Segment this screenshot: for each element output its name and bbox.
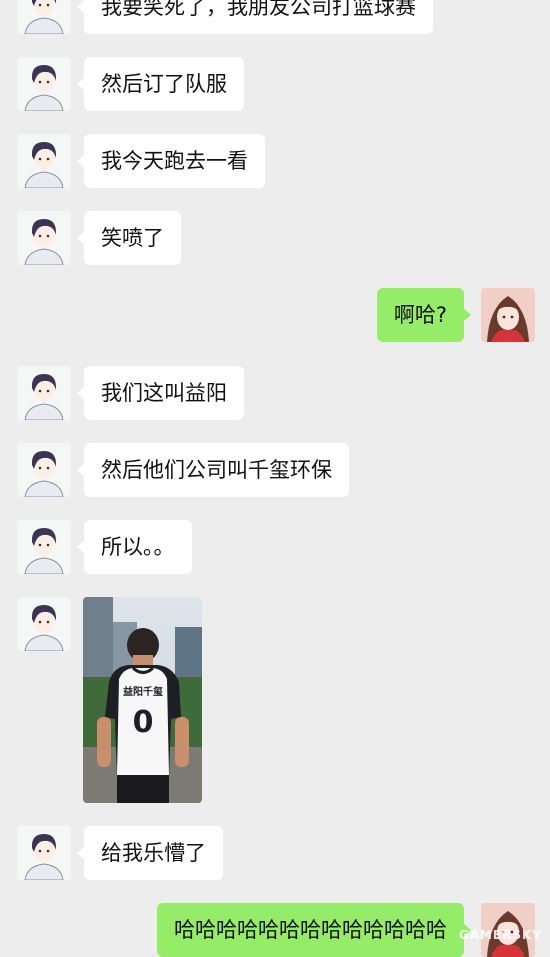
message-bubble[interactable]: 啊哈?: [376, 288, 472, 342]
message-bubble[interactable]: 我今天跑去一看: [77, 134, 265, 188]
friend-avatar-icon: [17, 211, 71, 265]
friend-avatar[interactable]: [17, 520, 71, 574]
friend-avatar-icon: [17, 520, 71, 574]
friend-avatar[interactable]: [17, 443, 71, 497]
friend-avatar-icon: [17, 597, 71, 651]
friend-avatar[interactable]: [17, 0, 71, 34]
friend-avatar-icon: [17, 443, 71, 497]
message-bubble[interactable]: 我们这叫益阳: [77, 366, 244, 420]
friend-avatar[interactable]: [17, 826, 71, 880]
message-bubble[interactable]: 笑喷了: [77, 211, 181, 265]
jersey-photo[interactable]: 益阳千玺 0: [83, 597, 202, 803]
message-bubble[interactable]: 然后订了队服: [77, 57, 244, 111]
friend-avatar-icon: [17, 134, 71, 188]
friend-avatar[interactable]: [17, 57, 71, 111]
message-bubble[interactable]: 哈哈哈哈哈哈哈哈哈哈哈哈哈: [157, 903, 471, 957]
friend-avatar-icon: [17, 0, 71, 34]
message-bubble[interactable]: 所以。。: [77, 520, 192, 574]
my-avatar[interactable]: [481, 288, 535, 342]
jersey-photo-image: 益阳千玺 0: [83, 597, 202, 803]
my-avatar-icon: [481, 288, 535, 342]
message-bubble[interactable]: 给我乐懵了: [77, 826, 223, 880]
friend-avatar[interactable]: [17, 211, 71, 265]
message-bubble[interactable]: 然后他们公司叫千玺环保: [77, 443, 349, 497]
friend-avatar[interactable]: [17, 597, 71, 651]
jersey-text: 益阳千玺: [123, 685, 163, 698]
message-bubble[interactable]: 我要笑死了，我朋友公司打篮球赛: [77, 0, 433, 34]
watermark: GAMERSKY: [458, 928, 542, 942]
friend-avatar[interactable]: [17, 366, 71, 420]
jersey-number: 0: [133, 705, 154, 740]
friend-avatar-icon: [17, 826, 71, 880]
friend-avatar-icon: [17, 57, 71, 111]
friend-avatar[interactable]: [17, 134, 71, 188]
friend-avatar-icon: [17, 366, 71, 420]
